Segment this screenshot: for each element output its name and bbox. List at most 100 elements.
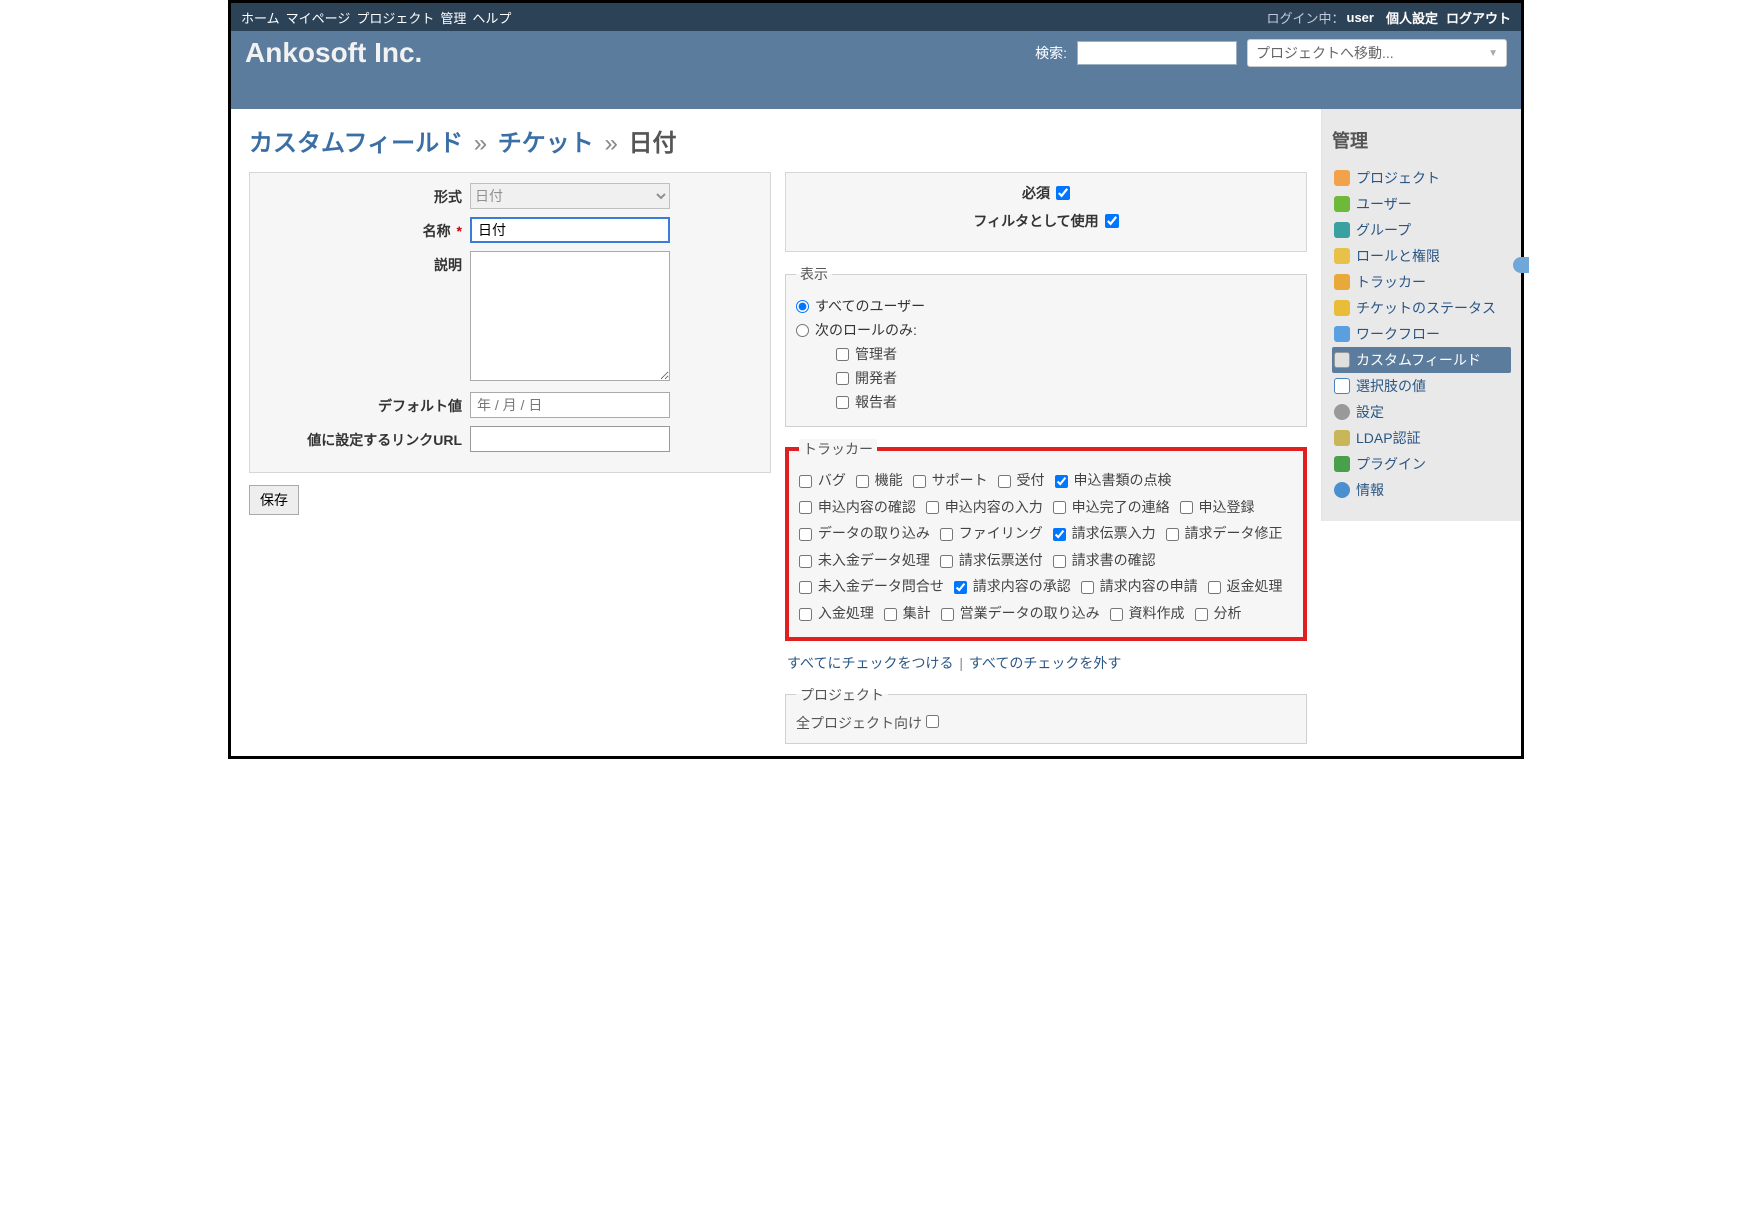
tracker-checkbox[interactable] — [799, 475, 812, 488]
tracker-checkbox[interactable] — [799, 555, 812, 568]
sidebar-item[interactable]: チケットのステータス — [1332, 295, 1511, 321]
role-checkbox[interactable] — [836, 396, 849, 409]
tracker-item[interactable]: 請求データ修正 — [1166, 525, 1283, 541]
tracker-checkbox[interactable] — [1110, 608, 1123, 621]
topnav-マイページ[interactable]: マイページ — [286, 11, 351, 26]
tracker-item[interactable]: 申込内容の入力 — [926, 499, 1043, 515]
sidebar-link[interactable]: トラッカー — [1356, 272, 1426, 292]
tracker-checkbox[interactable] — [954, 581, 967, 594]
prefs-link[interactable]: 個人設定 — [1386, 8, 1438, 27]
tracker-checkbox[interactable] — [799, 528, 812, 541]
sidebar-item[interactable]: カスタムフィールド — [1332, 347, 1511, 373]
logout-link[interactable]: ログアウト — [1446, 8, 1511, 27]
filter-checkbox[interactable] — [1105, 214, 1119, 228]
sidebar-handle-icon[interactable] — [1513, 257, 1529, 273]
topnav-管理[interactable]: 管理 — [440, 11, 466, 26]
sidebar-link[interactable]: グループ — [1356, 220, 1411, 240]
sidebar-link[interactable]: ユーザー — [1356, 194, 1412, 214]
crumb-custom-fields[interactable]: カスタムフィールド — [249, 130, 463, 157]
save-button[interactable]: 保存 — [249, 485, 299, 515]
visibility-roles-radio[interactable] — [796, 324, 809, 337]
topnav-ヘルプ[interactable]: ヘルプ — [472, 11, 511, 26]
tracker-item[interactable]: 未入金データ処理 — [799, 552, 930, 568]
tracker-item[interactable]: 機能 — [856, 472, 903, 488]
role-checkbox[interactable] — [836, 348, 849, 361]
role-checkbox[interactable] — [836, 372, 849, 385]
tracker-checkbox[interactable] — [1053, 528, 1066, 541]
sidebar-link[interactable]: LDAP認証 — [1356, 428, 1421, 448]
sidebar-link[interactable]: プラグイン — [1356, 454, 1426, 474]
tracker-item[interactable]: 未入金データ問合せ — [799, 578, 944, 594]
tracker-checkbox[interactable] — [1208, 581, 1221, 594]
check-all-link[interactable]: すべてにチェックをつける — [787, 655, 953, 671]
tracker-item[interactable]: 申込登録 — [1180, 499, 1255, 515]
tracker-checkbox[interactable] — [1195, 608, 1208, 621]
sidebar-item[interactable]: ユーザー — [1332, 191, 1511, 217]
tracker-checkbox[interactable] — [940, 528, 953, 541]
sidebar-link[interactable]: カスタムフィールド — [1356, 350, 1481, 370]
tracker-checkbox[interactable] — [1166, 528, 1179, 541]
tracker-checkbox[interactable] — [940, 555, 953, 568]
all-projects-checkbox[interactable] — [926, 715, 939, 728]
tracker-item[interactable]: 請求伝票送付 — [940, 552, 1043, 568]
visibility-all-radio[interactable] — [796, 300, 809, 313]
tracker-item[interactable]: 請求内容の申請 — [1081, 578, 1198, 594]
tracker-item[interactable]: 集計 — [884, 605, 931, 621]
search-input[interactable] — [1077, 41, 1237, 65]
tracker-item[interactable]: 申込書類の点検 — [1055, 472, 1172, 488]
tracker-item[interactable]: 申込完了の連絡 — [1053, 499, 1170, 515]
name-input[interactable] — [470, 217, 670, 243]
sidebar-link[interactable]: 情報 — [1356, 480, 1384, 500]
format-select[interactable]: 日付 — [470, 183, 670, 209]
sidebar-item[interactable]: プロジェクト — [1332, 165, 1511, 191]
tracker-checkbox[interactable] — [1180, 501, 1193, 514]
sidebar-link[interactable]: ワークフロー — [1356, 324, 1440, 344]
tracker-item[interactable]: 資料作成 — [1110, 605, 1185, 621]
crumb-tickets[interactable]: チケット — [498, 130, 594, 157]
sidebar-link[interactable]: プロジェクト — [1356, 168, 1440, 188]
tracker-item[interactable]: 入金処理 — [799, 605, 874, 621]
sidebar-item[interactable]: LDAP認証 — [1332, 425, 1511, 451]
desc-textarea[interactable] — [470, 251, 670, 381]
tracker-item[interactable]: 分析 — [1195, 605, 1242, 621]
tracker-item[interactable]: 申込内容の確認 — [799, 499, 916, 515]
sidebar-item[interactable]: 情報 — [1332, 477, 1511, 503]
sidebar-link[interactable]: ロールと権限 — [1356, 246, 1440, 266]
tracker-checkbox[interactable] — [856, 475, 869, 488]
sidebar-link[interactable]: 選択肢の値 — [1356, 376, 1426, 396]
url-input[interactable] — [470, 426, 670, 452]
tracker-item[interactable]: 請求伝票入力 — [1053, 525, 1156, 541]
sidebar-link[interactable]: チケットのステータス — [1356, 298, 1496, 318]
tracker-checkbox[interactable] — [1053, 501, 1066, 514]
tracker-checkbox[interactable] — [1081, 581, 1094, 594]
tracker-item[interactable]: 返金処理 — [1208, 578, 1283, 594]
tracker-checkbox[interactable] — [799, 501, 812, 514]
sidebar-item[interactable]: プラグイン — [1332, 451, 1511, 477]
tracker-checkbox[interactable] — [941, 608, 954, 621]
topnav-ホーム[interactable]: ホーム — [241, 11, 280, 26]
project-select[interactable]: プロジェクトへ移動... ▼ — [1247, 39, 1507, 67]
uncheck-all-link[interactable]: すべてのチェックを外す — [969, 655, 1121, 671]
tracker-item[interactable]: 請求内容の承認 — [954, 578, 1071, 594]
sidebar-item[interactable]: ロールと権限 — [1332, 243, 1511, 269]
tracker-checkbox[interactable] — [926, 501, 939, 514]
tracker-item[interactable]: 受付 — [998, 472, 1045, 488]
sidebar-item[interactable]: 設定 — [1332, 399, 1511, 425]
sidebar-item[interactable]: ワークフロー — [1332, 321, 1511, 347]
tracker-item[interactable]: バグ — [799, 472, 846, 488]
tracker-checkbox[interactable] — [1055, 475, 1068, 488]
sidebar-item[interactable]: グループ — [1332, 217, 1511, 243]
tracker-item[interactable]: 請求書の確認 — [1053, 552, 1156, 568]
tracker-checkbox[interactable] — [884, 608, 897, 621]
tracker-checkbox[interactable] — [998, 475, 1011, 488]
tracker-checkbox[interactable] — [799, 608, 812, 621]
tracker-checkbox[interactable] — [913, 475, 926, 488]
tracker-checkbox[interactable] — [799, 581, 812, 594]
sidebar-item[interactable]: 選択肢の値 — [1332, 373, 1511, 399]
tracker-item[interactable]: ファイリング — [940, 525, 1043, 541]
tracker-item[interactable]: 営業データの取り込み — [941, 605, 1100, 621]
sidebar-item[interactable]: トラッカー — [1332, 269, 1511, 295]
tracker-item[interactable]: サポート — [913, 472, 988, 488]
topnav-プロジェクト[interactable]: プロジェクト — [356, 11, 434, 26]
sidebar-link[interactable]: 設定 — [1356, 402, 1384, 422]
